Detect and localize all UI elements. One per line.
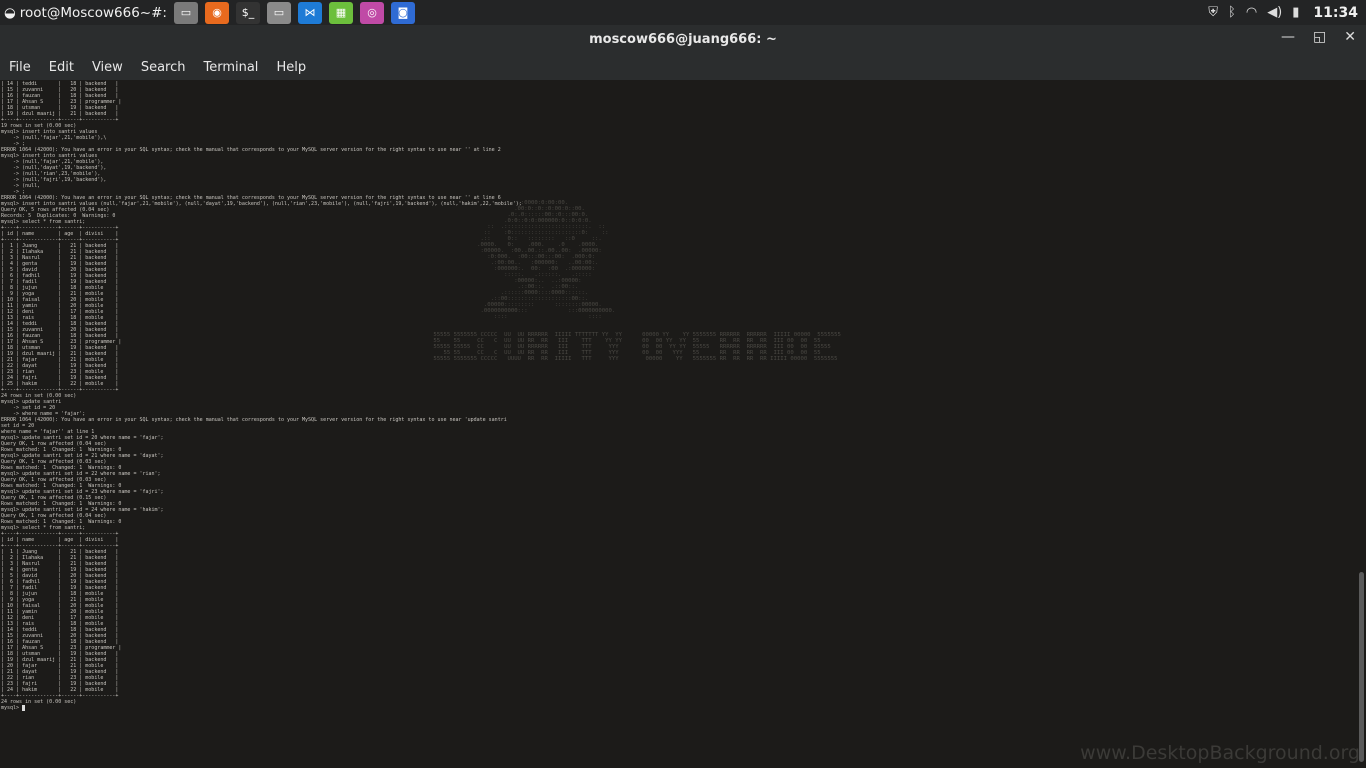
terminal-scrollbar[interactable] <box>1356 80 1366 768</box>
calc-icon: ▦ <box>335 6 347 19</box>
top-panel: ◒ root@Moscow666~#: ▭ ◉ $_ ▭ ⋈ ▦ ◎ ◙ ⛨ ᛒ ◠ ◀) ▮… <box>0 0 1366 25</box>
bluetooth-icon[interactable]: ᛒ <box>1228 5 1236 20</box>
terminal-line: mysql> <box>1 705 522 711</box>
minimize-button[interactable]: — <box>1281 29 1295 45</box>
activities-icon: ◒ <box>4 4 16 21</box>
window-titlebar[interactable]: moscow666@juang666: ~ — ◱ ✕ <box>0 25 1366 55</box>
vscode-icon: ⋈ <box>304 6 316 19</box>
screenshot-launcher[interactable]: ◙ <box>391 1 415 24</box>
terminal-launcher[interactable]: $_ <box>236 1 260 24</box>
firefox-launcher[interactable]: ◉ <box>205 1 229 24</box>
terminal-cursor <box>22 705 26 711</box>
watermark: www.DesktopBackground.org <box>1080 742 1360 764</box>
calc-launcher[interactable]: ▦ <box>329 1 353 24</box>
launcher-bar: ▭ ◉ $_ ▭ ⋈ ▦ ◎ ◙ <box>174 1 415 24</box>
terminal-icon: $_ <box>241 6 255 19</box>
menu-view[interactable]: View <box>83 60 132 75</box>
screenshot-icon: ◙ <box>397 6 409 19</box>
files-launcher[interactable]: ▭ <box>174 1 198 24</box>
firefox-icon: ◉ <box>212 6 222 19</box>
workspace-indicator[interactable]: ◒ root@Moscow666~#: <box>0 5 174 21</box>
volume-icon[interactable]: ◀) <box>1267 5 1282 20</box>
menu-bar: File Edit View Search Terminal Help <box>0 55 1366 80</box>
menu-search[interactable]: Search <box>132 60 195 75</box>
shield-icon[interactable]: ⛨ <box>1208 5 1218 20</box>
menu-edit[interactable]: Edit <box>40 60 83 75</box>
folder-launcher[interactable]: ▭ <box>267 1 291 24</box>
menu-file[interactable]: File <box>0 60 40 75</box>
window-title: moscow666@juang666: ~ <box>589 32 777 47</box>
camera-launcher[interactable]: ◎ <box>360 1 384 24</box>
camera-icon: ◎ <box>367 6 377 19</box>
battery-icon[interactable]: ▮ <box>1292 5 1299 20</box>
menu-terminal[interactable]: Terminal <box>194 60 267 75</box>
terminal-output: | 14 | teddi | 18 | backend | | 15 | zuva… <box>1 81 522 711</box>
system-tray: ⛨ ᛒ ◠ ◀) ▮ 11:34 <box>1208 0 1366 25</box>
vscode-launcher[interactable]: ⋈ <box>298 1 322 24</box>
wifi-icon[interactable]: ◠ <box>1246 5 1257 20</box>
folder-icon: ▭ <box>273 6 285 19</box>
close-button[interactable]: ✕ <box>1344 29 1356 45</box>
scrollbar-thumb[interactable] <box>1359 572 1364 762</box>
clock[interactable]: 11:34 <box>1313 5 1358 21</box>
maximize-button[interactable]: ◱ <box>1313 29 1326 45</box>
files-icon: ▭ <box>180 6 192 19</box>
workspace-title: root@Moscow666~#: <box>19 4 167 21</box>
terminal-line: ERROR 1064 (42000): You have an error in… <box>1 417 507 423</box>
menu-help[interactable]: Help <box>267 60 315 75</box>
terminal-area[interactable]: .:0000:0:00:00. .00:0::0::0:00:0::00. .0… <box>0 80 1356 768</box>
